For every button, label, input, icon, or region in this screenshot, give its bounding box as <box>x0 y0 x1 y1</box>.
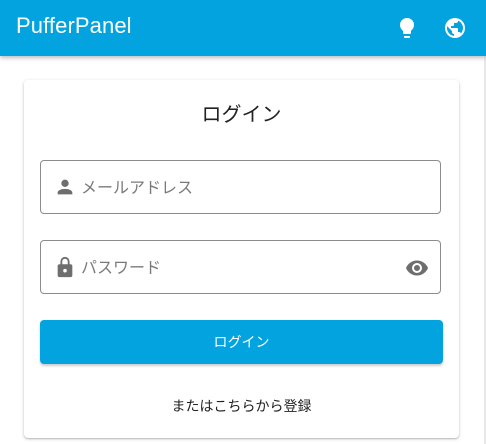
password-field[interactable] <box>40 240 441 294</box>
login-card: ログイン ログイン またはこちらから登録 <box>24 80 459 438</box>
email-input[interactable] <box>81 173 401 201</box>
lock-icon <box>54 256 76 278</box>
lightbulb-icon[interactable] <box>395 16 419 40</box>
login-title: ログイン <box>201 102 282 126</box>
password-input[interactable] <box>81 253 401 281</box>
account-icon <box>54 176 76 198</box>
eye-icon[interactable] <box>405 256 429 280</box>
app-bar: PufferPanel <box>0 0 486 56</box>
globe-icon[interactable] <box>443 16 467 40</box>
login-button[interactable]: ログイン <box>40 320 443 364</box>
register-link[interactable]: またはこちらから登録 <box>24 396 459 416</box>
email-field[interactable] <box>40 160 441 214</box>
app-title[interactable]: PufferPanel <box>16 13 132 39</box>
